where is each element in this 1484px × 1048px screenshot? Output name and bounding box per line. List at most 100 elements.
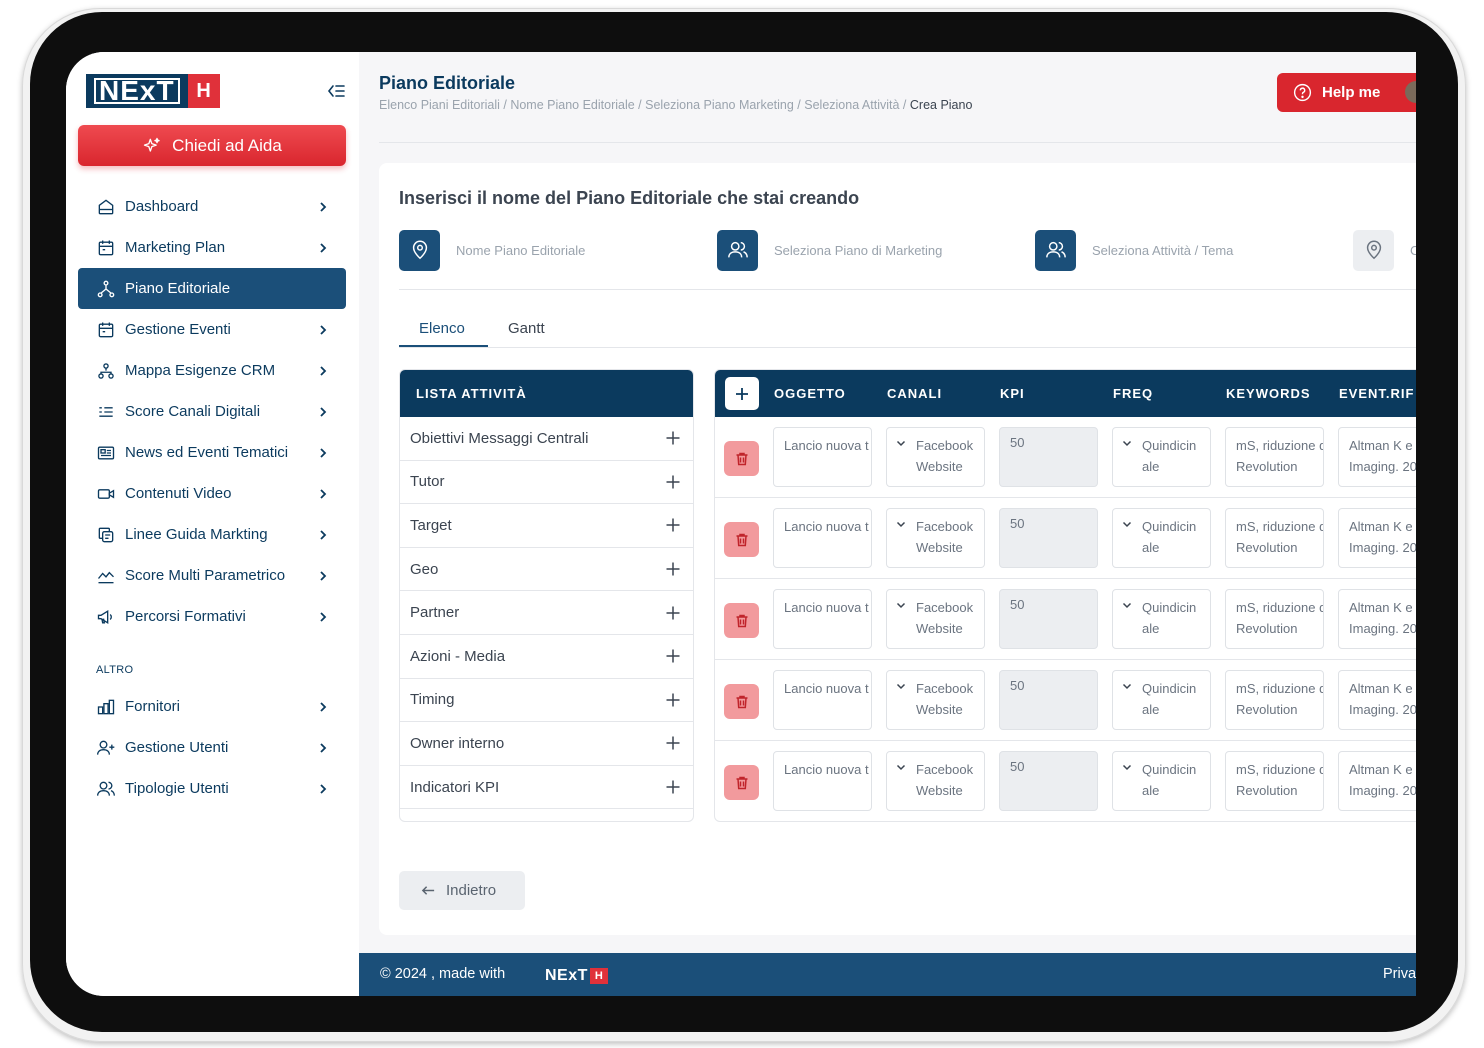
sidebar-item-label: Mappa Esigenze CRM [125,362,276,379]
canali-select[interactable]: Facebook Website [886,751,985,811]
sidebar-item-piano-editoriale[interactable]: Piano Editoriale [78,268,346,309]
tab-elenco[interactable]: Elenco [419,320,465,337]
keywords-input[interactable]: mS, riduzione d Revolution [1225,427,1324,487]
canali-select[interactable]: Facebook Website [886,589,985,649]
plus-icon[interactable] [665,779,681,795]
kpi-input[interactable]: 50 [999,751,1098,811]
delete-row-button[interactable] [724,522,759,557]
canali-select[interactable]: Facebook Website [886,427,985,487]
kpi-input[interactable]: 50 [999,508,1098,568]
sidebar-item-tipologie-utenti[interactable]: Tipologie Utenti [78,768,346,809]
breadcrumb-link[interactable]: Elenco Piani Editoriali [379,98,500,112]
step-crea-piano[interactable]: C [1353,229,1416,271]
location-pin-icon [399,229,440,271]
step-nome-piano[interactable]: Nome Piano Editoriale [399,229,585,271]
footer-privacy-link[interactable]: Priva [1383,966,1416,982]
event-rif-input[interactable]: Altman K e Imaging. 20 [1338,508,1416,568]
sidebar-item-percorsi-formativi[interactable]: Percorsi Formativi [78,596,346,637]
event-rif-input[interactable]: Altman K e Imaging. 20 [1338,427,1416,487]
breadcrumb-link[interactable]: Seleziona Attività [804,98,899,112]
kpi-input[interactable]: 50 [999,670,1098,730]
freq-select[interactable]: Quindicin ale [1112,670,1211,730]
plus-icon[interactable] [665,561,681,577]
oggetto-input[interactable]: Lancio nuova t [773,427,872,487]
card-title: Inserisci il nome del Piano Editoriale c… [399,188,860,208]
sidebar-item-mappa-esigenze-crm[interactable]: Mappa Esigenze CRM [78,350,346,391]
plus-icon[interactable] [665,605,681,621]
freq-select[interactable]: Quindicin ale [1112,508,1211,568]
list-item[interactable]: Tutor [400,461,693,505]
list-item-label: Indicatori KPI [410,778,500,796]
freq-select[interactable]: Quindicin ale [1112,589,1211,649]
canali-select[interactable]: Facebook Website [886,670,985,730]
keywords-input[interactable]: mS, riduzione d Revolution [1225,670,1324,730]
oggetto-input[interactable]: Lancio nuova t [773,751,872,811]
list-item[interactable]: Indicatori KPI [400,766,693,810]
list-item[interactable]: Owner interno [400,722,693,766]
canali-select[interactable]: Facebook Website [886,508,985,568]
list-item[interactable]: Obiettivi Messaggi Centrali [400,417,693,461]
keywords-input[interactable]: mS, riduzione d Revolution [1225,751,1324,811]
keywords-input[interactable]: mS, riduzione d Revolution [1225,589,1324,649]
breadcrumb-link[interactable]: Nome Piano Editoriale [510,98,634,112]
list-item-label: Timing [410,691,455,709]
sparkle-icon [144,137,160,152]
freq-select[interactable]: Quindicin ale [1112,751,1211,811]
keywords-input[interactable]: mS, riduzione d Revolution [1225,508,1324,568]
plus-icon[interactable] [665,517,681,533]
sidebar-item-gestione-utenti[interactable]: Gestione Utenti [78,727,346,768]
list-item[interactable]: Timing [400,679,693,723]
step-piano-marketing[interactable]: Seleziona Piano di Marketing [717,229,942,271]
sidebar-item-score-multi-parametrico[interactable]: Score Multi Parametrico [78,555,346,596]
freq-select[interactable]: Quindicin ale [1112,427,1211,487]
plus-icon[interactable] [665,474,681,490]
list-item[interactable]: Partner [400,591,693,635]
ask-aida-button[interactable]: Chiedi ad Aida [78,125,346,166]
collapse-sidebar-icon[interactable] [324,79,348,103]
event-rif-input[interactable]: Altman K e Imaging. 20 [1338,670,1416,730]
oggetto-input[interactable]: Lancio nuova t [773,508,872,568]
kpi-input[interactable]: 50 [999,589,1098,649]
sidebar-item-linee-guida[interactable]: Linee Guida Markting [78,514,346,555]
help-me-button[interactable]: Help me [1277,73,1416,112]
cell-text: Imaging. 20 [1349,540,1416,555]
plus-icon[interactable] [665,735,681,751]
sidebar-item-fornitori[interactable]: Fornitori [78,686,346,727]
brand-logo[interactable]: NExT H [86,74,220,108]
delete-row-button[interactable] [724,765,759,800]
sidebar-item-score-canali-digitali[interactable]: Score Canali Digitali [78,391,346,432]
sidebar-item-label: Marketing Plan [125,239,226,256]
chevron-right-icon [320,242,327,253]
event-rif-input[interactable]: Altman K e Imaging. 20 [1338,589,1416,649]
sidebar-item-gestione-eventi[interactable]: Gestione Eventi [78,309,346,350]
org-chart-icon [98,362,114,379]
delete-row-button[interactable] [724,684,759,719]
plus-icon[interactable] [665,692,681,708]
kpi-input[interactable]: 50 [999,427,1098,487]
oggetto-input[interactable]: Lancio nuova t [773,670,872,730]
step-label: Nome Piano Editoriale [456,242,586,258]
plus-icon[interactable] [665,430,681,446]
add-row-button[interactable] [725,377,759,410]
sidebar-item-marketing-plan[interactable]: Marketing Plan [78,227,346,268]
step-attivita-tema[interactable]: Seleziona Attività / Tema [1035,229,1233,271]
delete-row-button[interactable] [724,603,759,638]
arrow-left-icon [421,886,435,895]
plus-icon[interactable] [665,648,681,664]
cell-text: ale [1142,540,1160,555]
tab-gantt[interactable]: Gantt [508,320,545,337]
oggetto-input[interactable]: Lancio nuova t [773,589,872,649]
list-item[interactable]: Geo [400,548,693,592]
event-rif-input[interactable]: Altman K e Imaging. 20 [1338,751,1416,811]
sidebar-item-dashboard[interactable]: Dashboard [78,186,346,227]
delete-row-button[interactable] [724,441,759,476]
cell-text: mS, riduzione d [1236,438,1324,453]
list-item[interactable]: Target [400,504,693,548]
breadcrumb-link[interactable]: Seleziona Piano Marketing [645,98,794,112]
back-button[interactable]: Indietro [399,871,525,910]
sidebar-item-contenuti-video[interactable]: Contenuti Video [78,473,346,514]
avatar[interactable] [1405,81,1416,103]
table-row: Lancio nuova t Facebook Website 50 Quindicin… [715,660,1416,741]
sidebar-item-news-eventi-tematici[interactable]: News ed Eventi Tematici [78,432,346,473]
list-item[interactable]: Azioni - Media [400,635,693,679]
